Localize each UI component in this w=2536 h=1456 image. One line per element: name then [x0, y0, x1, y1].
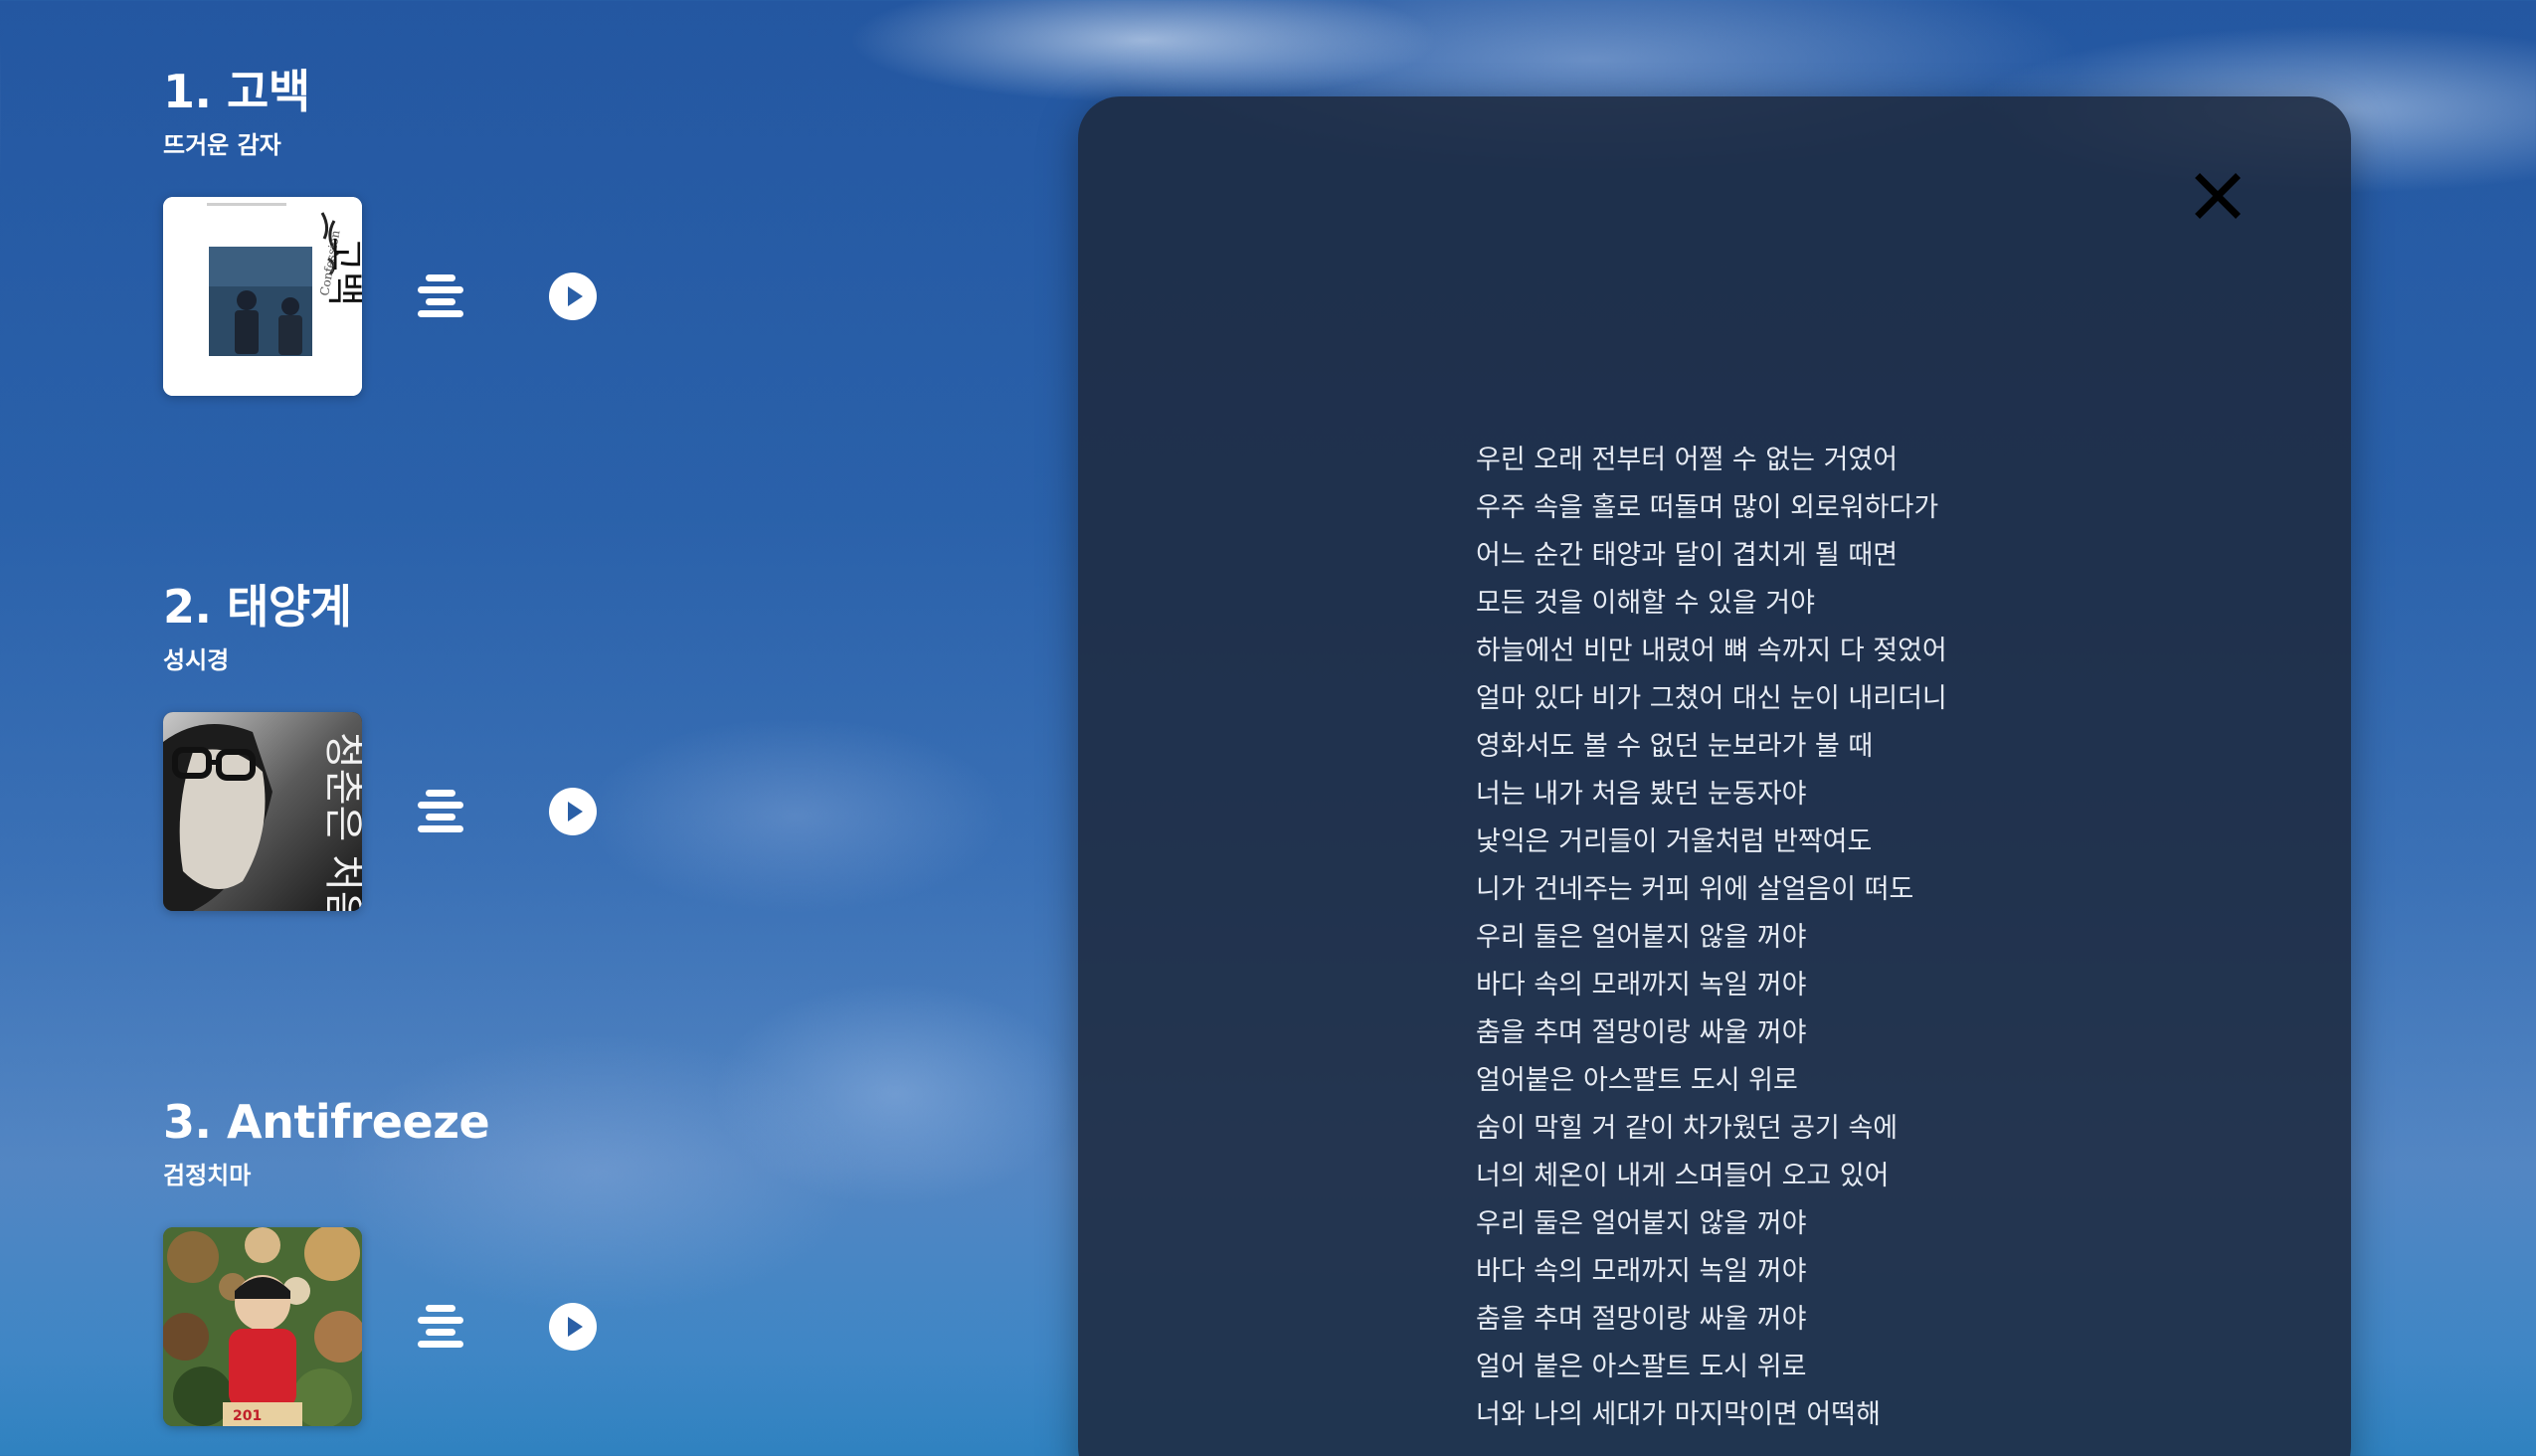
song-artist: 검정치마	[163, 1162, 252, 1189]
lyrics-line: 숨이 막힐 거 같이 차가웠던 공기 속에	[1476, 1113, 1899, 1144]
play-icon[interactable]	[549, 1303, 597, 1351]
lyrics-line: 춤을 추며 절망이랑 싸울 꺼야	[1476, 1304, 1807, 1335]
song-artist: 성시경	[163, 646, 230, 674]
album-cover-text: 고백	[323, 237, 362, 306]
lyrics-panel: 우린 오래 전부터 어쩔 수 없는 거였어우주 속을 홀로 떠돌며 많이 외로워…	[1078, 96, 2351, 1456]
lyrics-line: 너의 체온이 내게 스며들어 오고 있어	[1476, 1161, 1890, 1191]
lyrics-line: 어느 순간 태양과 달이 겹치게 될 때면	[1476, 540, 1899, 571]
lyrics-line: 니가 건네주는 커피 위에 살얼음이 떠도	[1476, 874, 1914, 905]
song-controls: 201	[163, 1227, 859, 1426]
song-item: 1. 고백 뜨거운 감자 Confession 고백	[163, 64, 859, 396]
album-cover-text: 201	[233, 1408, 262, 1424]
album-cover: Confession 고백	[163, 197, 362, 396]
lyrics-line: 낯익은 거리들이 거울처럼 반짝여도	[1476, 826, 1873, 857]
lyrics-line: 바다 속의 모래까지 녹일 꺼야	[1476, 970, 1807, 1001]
lyrics-line: 하늘에선 비만 내렸어 뼈 속까지 다 젖었어	[1476, 636, 1947, 666]
play-icon[interactable]	[549, 788, 597, 835]
lyrics-lines-icon[interactable]	[418, 1305, 463, 1349]
album-cover: 201	[163, 1227, 362, 1426]
song-controls: 청춘은 처음	[163, 712, 859, 911]
song-item: 3. Antifreeze 검정치마 201	[163, 1094, 859, 1426]
lyrics-lines-icon[interactable]	[418, 274, 463, 318]
album-cover: 청춘은 처음	[163, 712, 362, 911]
lyrics-line: 너와 나의 세대가 마지막이면 어떡해	[1476, 1399, 1881, 1430]
lyrics-line: 춤을 추며 절망이랑 싸울 꺼야	[1476, 1017, 1807, 1048]
lyrics-line: 영화서도 볼 수 없던 눈보라가 불 때	[1476, 731, 1874, 762]
lyrics-line: 얼어붙은 아스팔트 도시 위로	[1476, 1065, 1798, 1096]
song-title: 3. Antifreeze	[163, 1095, 490, 1149]
song-artist: 뜨거운 감자	[163, 131, 281, 159]
lyrics-text: 우린 오래 전부터 어쩔 수 없는 거였어우주 속을 홀로 떠돌며 많이 외로워…	[1476, 437, 2232, 1439]
lyrics-line: 우리 둘은 얼어붙지 않을 꺼야	[1476, 1208, 1807, 1239]
lyrics-line: 우린 오래 전부터 어쩔 수 없는 거였어	[1476, 445, 1899, 475]
lyrics-line: 우주 속을 홀로 떠돌며 많이 외로워하다가	[1476, 492, 1939, 523]
lyrics-line: 얼마 있다 비가 그쳤어 대신 눈이 내리더니	[1476, 683, 1947, 714]
song-item: 2. 태양계 성시경 청춘은 처음	[163, 579, 859, 911]
lyrics-line: 너는 내가 처음 봤던 눈동자야	[1476, 779, 1807, 810]
lyrics-lines-icon[interactable]	[418, 790, 463, 833]
play-icon[interactable]	[549, 273, 597, 320]
lyrics-line: 우리 둘은 얼어붙지 않을 꺼야	[1476, 922, 1807, 953]
song-title: 1. 고백	[163, 65, 310, 118]
lyrics-line: 모든 것을 이해할 수 있을 거야	[1476, 588, 1815, 619]
song-controls: Confession 고백	[163, 197, 859, 396]
song-title: 2. 태양계	[163, 580, 352, 634]
lyrics-line: 얼어 붙은 아스팔트 도시 위로	[1476, 1352, 1807, 1382]
close-icon[interactable]	[2190, 168, 2246, 224]
album-cover-text: 청춘은 처음	[320, 732, 362, 911]
lyrics-line: 바다 속의 모래까지 녹일 꺼야	[1476, 1256, 1807, 1287]
